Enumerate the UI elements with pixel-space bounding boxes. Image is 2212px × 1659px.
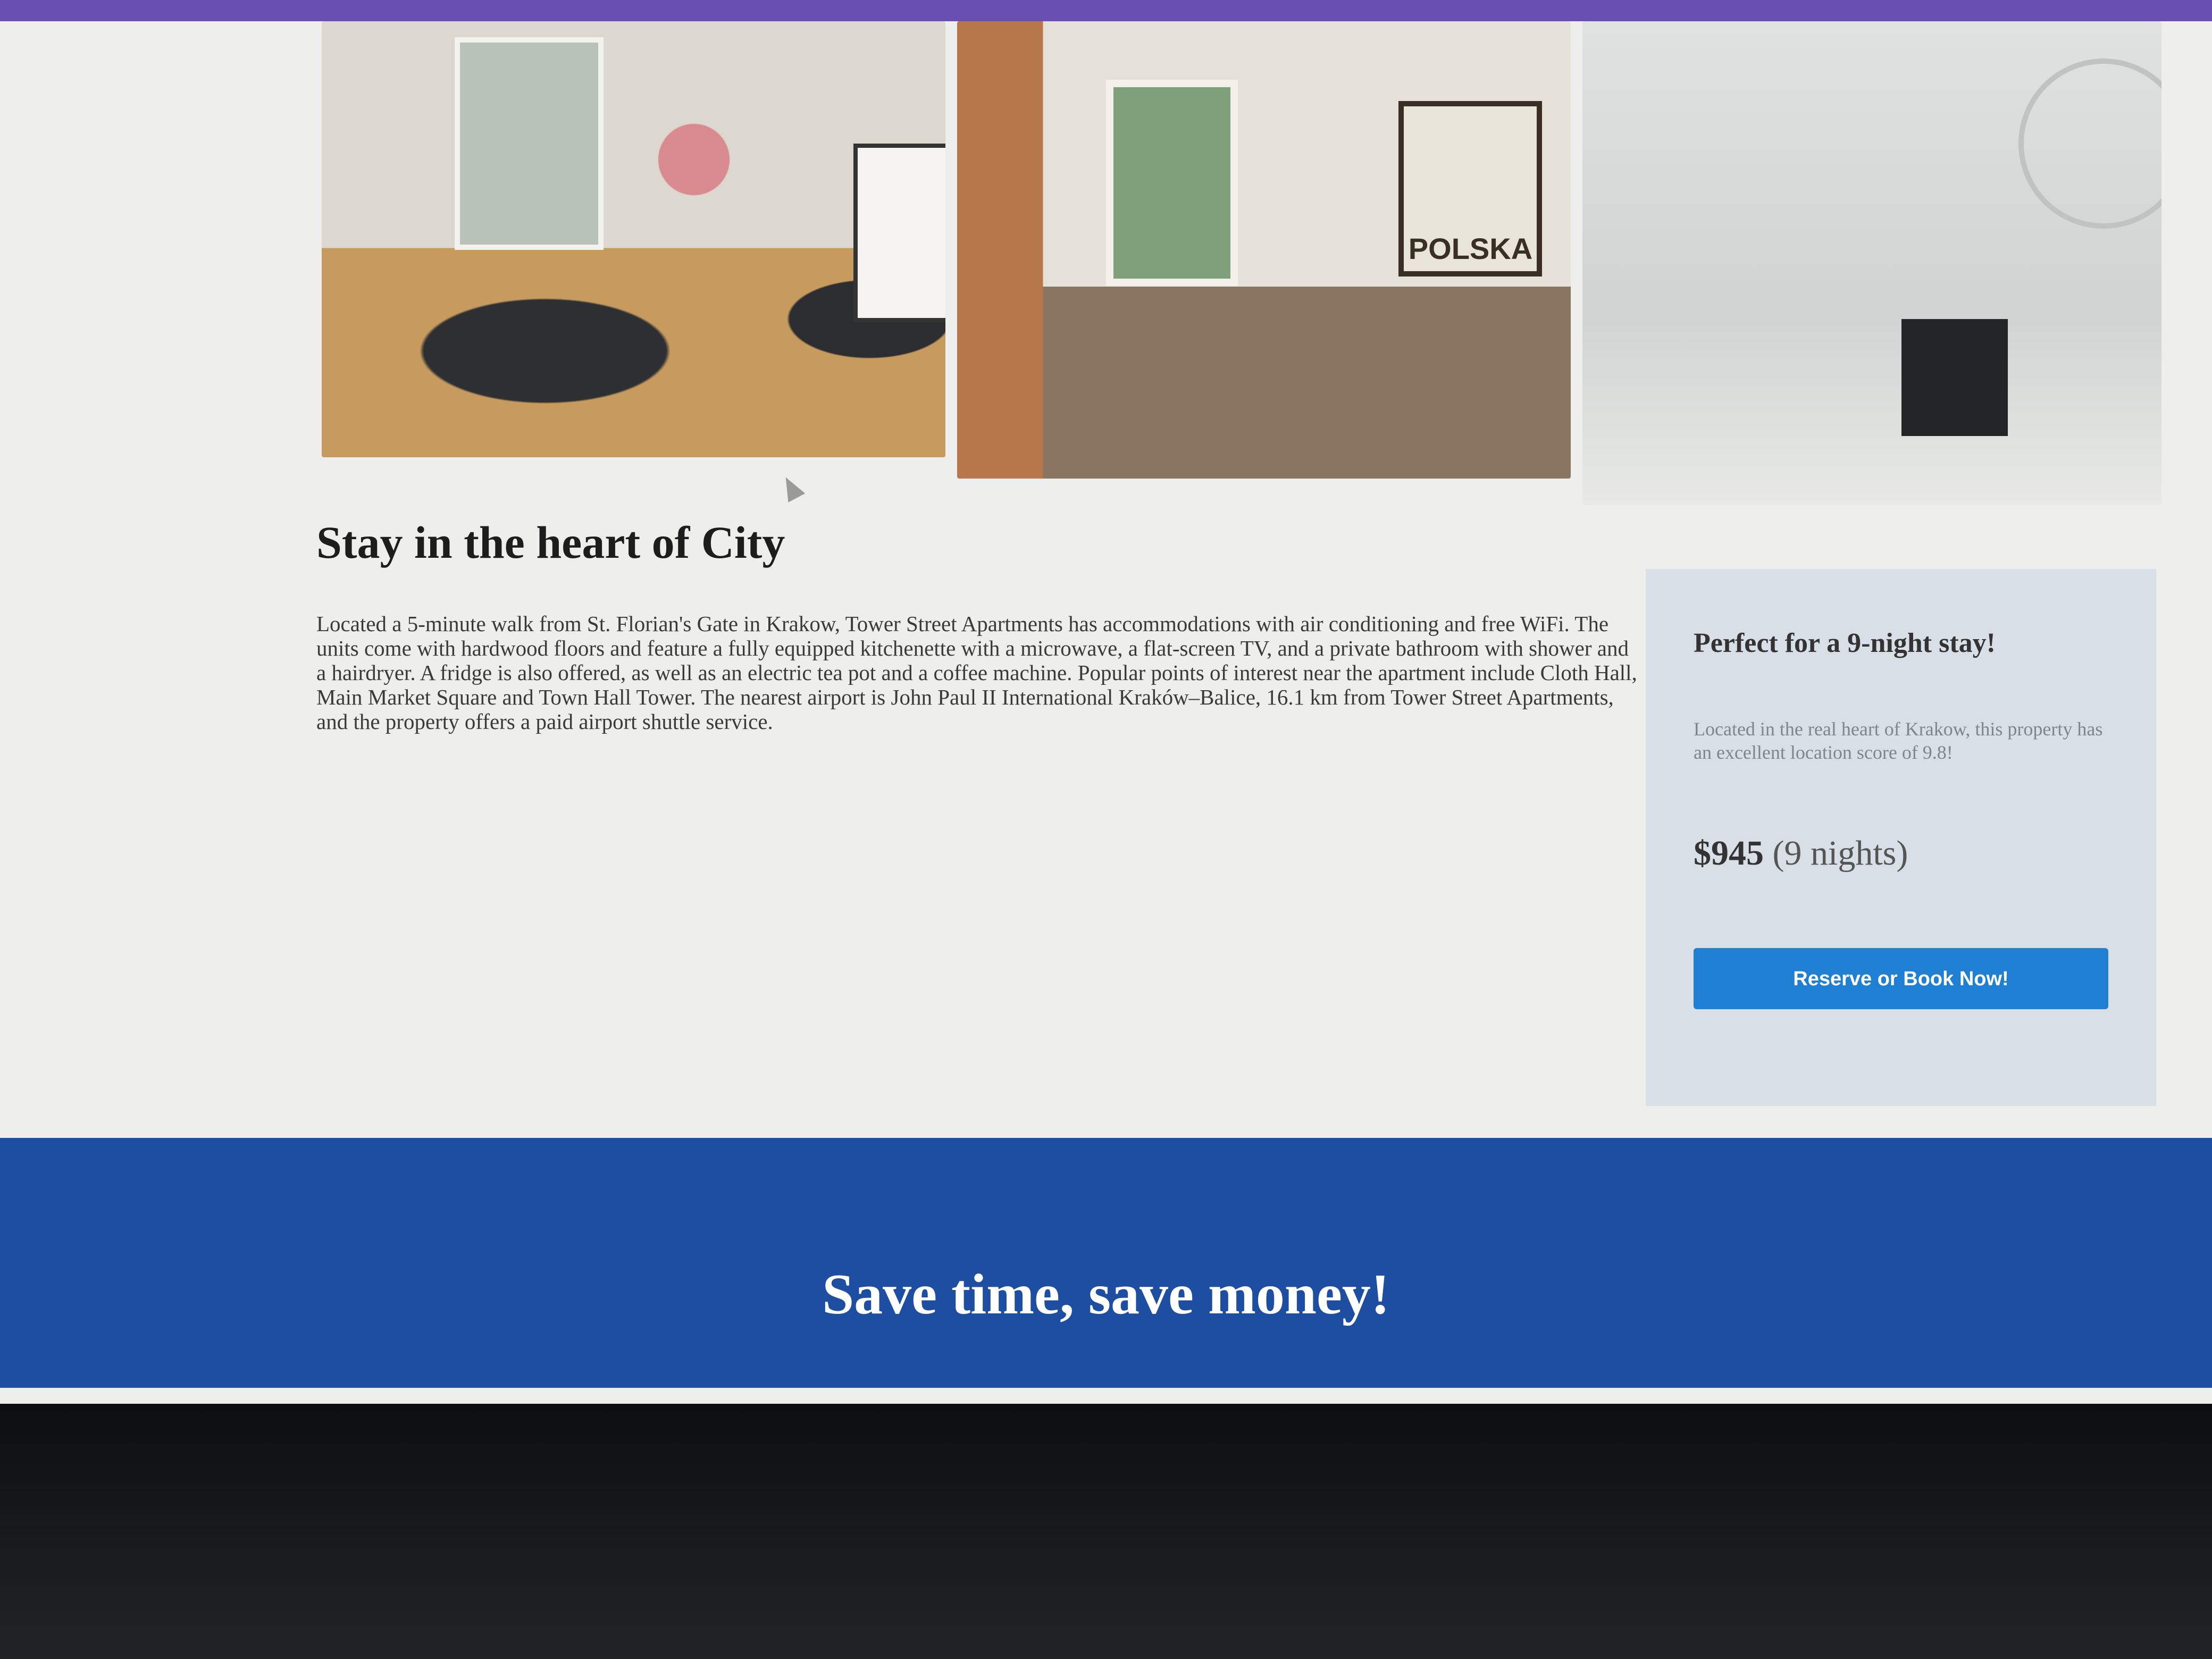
web-page: Stay in the heart of City Located a 5-mi… [0,21,2212,1404]
booking-card: Perfect for a 9-night stay! Located in t… [1646,569,2156,1106]
photo-gallery [322,21,2161,505]
booking-card-text: Located in the real heart of Krakow, thi… [1694,718,2103,763]
reserve-button[interactable]: Reserve or Book Now! [1694,948,2108,1009]
property-description-section: Stay in the heart of City Located a 5-mi… [316,516,1640,734]
page-title: Stay in the heart of City [316,517,785,568]
nights-count: (9 nights) [1772,834,1908,873]
property-description: Located a 5-minute walk from St. Florian… [316,611,1637,734]
booking-card-title: Perfect for a 9-night stay! [1694,628,1996,658]
price-value: $945 [1694,834,1764,873]
promo-banner: Save time, save money! [0,1138,2212,1388]
living-room-photo[interactable] [957,21,1571,479]
price-row: $945 (9 nights) [1694,833,2108,874]
laptop-bezel [0,1404,2212,1659]
bathroom-photo[interactable] [1582,21,2161,505]
promo-banner-text: Save time, save money! [822,1263,1390,1326]
dining-table-photo[interactable] [322,21,946,457]
